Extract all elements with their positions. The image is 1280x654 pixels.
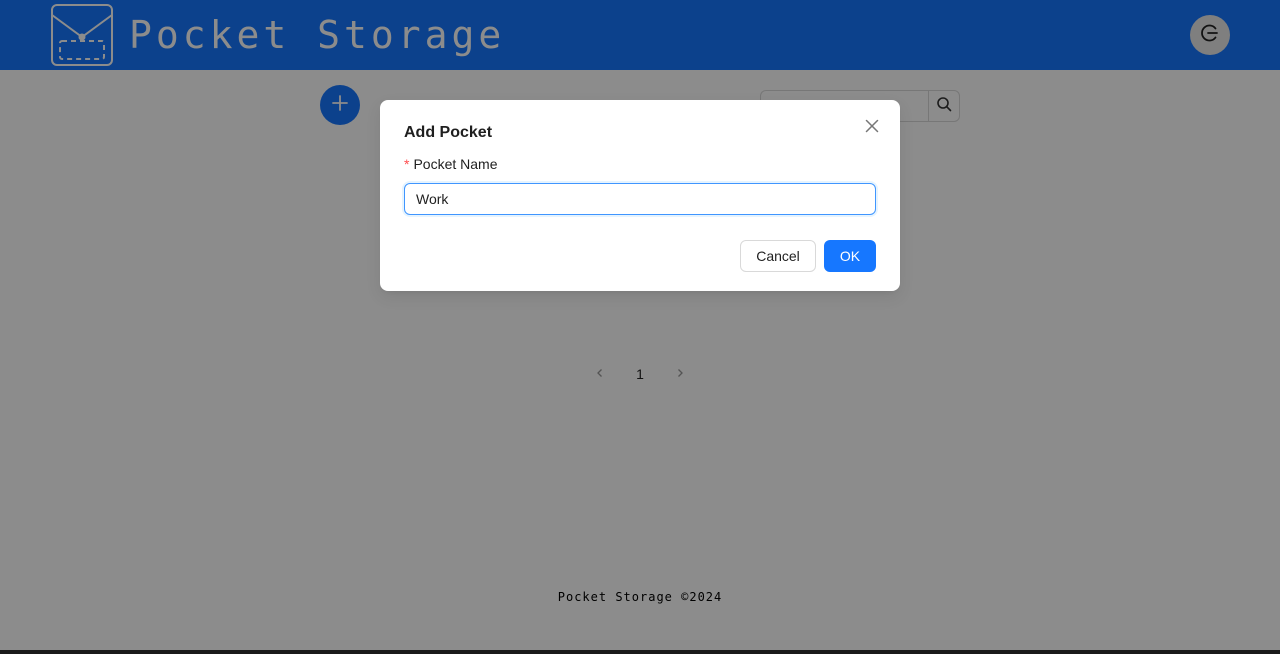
modal-title: Add Pocket [404,124,493,141]
required-mark: * [404,156,410,172]
page: Pocket Storage 1 Pocket Storage ©2024 Ad… [0,0,1280,654]
pocket-name-input[interactable] [404,183,876,215]
close-icon [865,119,879,138]
bottom-strip [0,650,1280,654]
pocket-name-label-text: Pocket Name [413,156,498,172]
modal-close-button[interactable] [860,116,884,140]
cancel-button[interactable]: Cancel [740,240,816,272]
modal-mask[interactable] [0,0,1280,650]
add-pocket-modal: Add Pocket *Pocket Name Cancel OK [380,100,900,291]
ok-button[interactable]: OK [824,240,876,272]
pocket-name-label: * Pocket Name [404,155,498,173]
